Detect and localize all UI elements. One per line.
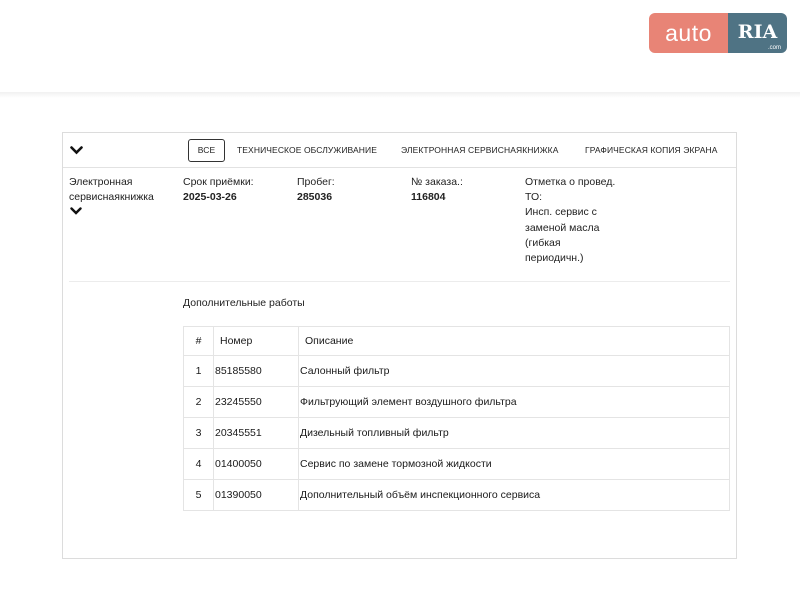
header-divider: [0, 92, 800, 98]
record-type-line2: сервиснаякнижка: [69, 191, 154, 204]
section-divider: [69, 281, 730, 282]
service-note-line: ТО:: [525, 191, 543, 204]
record-type-line1: Электронная: [69, 176, 133, 188]
mileage: Пробег: 285036: [297, 175, 335, 205]
row-part-number: 20345551: [213, 417, 299, 449]
acceptance-date-label: Срок приёмки:: [183, 176, 254, 188]
table-header-row: # Номер Описание: [183, 326, 730, 356]
service-record-card: ВСЕ ТЕХНИЧЕСКОЕ ОБСЛУЖИВАНИЕ ЭЛЕКТРОННАЯ…: [62, 132, 737, 559]
row-part-number: 01390050: [213, 479, 299, 511]
row-index: 3: [183, 417, 214, 449]
mileage-value: 285036: [297, 191, 333, 204]
extra-works-table: # Номер Описание 1 85185580 Салонный фил…: [183, 326, 730, 511]
watermark-ria-text: RIA: [737, 21, 778, 43]
row-description: Фильтрующий элемент воздушного фильтра: [298, 386, 730, 418]
column-header-part-number: Номер: [213, 326, 299, 356]
tab-electronic-service-book[interactable]: ЭЛЕКТРОННАЯ СЕРВИСНАЯКНИЖКА: [401, 133, 558, 168]
row-index: 1: [183, 355, 214, 387]
row-part-number: 01400050: [213, 448, 299, 480]
service-note-line: периодичн.): [525, 252, 584, 265]
table-row: 2 23245550 Фильтрующий элемент воздушног…: [183, 386, 730, 418]
tab-maintenance[interactable]: ТЕХНИЧЕСКОЕ ОБСЛУЖИВАНИЕ: [237, 133, 377, 168]
watermark-ria: RIA .com: [728, 13, 787, 53]
record-expand-chevron-icon[interactable]: [70, 207, 82, 215]
service-note-line: Инсп. сервис с: [525, 206, 597, 219]
row-index: 4: [183, 448, 214, 480]
column-header-description: Описание: [298, 326, 730, 356]
mileage-label: Пробег:: [297, 176, 335, 188]
extra-works-title: Дополнительные работы: [183, 297, 305, 309]
row-description: Дополнительный объём инспекционного серв…: [298, 479, 730, 511]
service-note-line: (гибкая: [525, 236, 561, 249]
order-number: № заказа.: 116804: [411, 175, 463, 205]
service-note: Отметка о провед. ТО: Инсп. сервис с зам…: [525, 175, 615, 266]
filter-tabs: ВСЕ ТЕХНИЧЕСКОЕ ОБСЛУЖИВАНИЕ ЭЛЕКТРОННАЯ…: [63, 133, 736, 168]
autoria-watermark: auto RIA .com: [649, 13, 787, 53]
table-row: 1 85185580 Салонный фильтр: [183, 355, 730, 387]
row-description: Сервис по замене тормозной жидкости: [298, 448, 730, 480]
table-row: 3 20345551 Дизельный топливный фильтр: [183, 417, 730, 449]
record-type: Электронная сервиснаякнижка: [69, 175, 154, 205]
acceptance-date: Срок приёмки: 2025-03-26: [183, 175, 254, 205]
row-part-number: 85185580: [213, 355, 299, 387]
column-header-index: #: [183, 326, 214, 356]
tab-screenshot-copy[interactable]: ГРАФИЧЕСКАЯ КОПИЯ ЭКРАНА: [585, 133, 717, 168]
collapse-chevron-icon[interactable]: [70, 146, 83, 155]
row-part-number: 23245550: [213, 386, 299, 418]
table-row: 4 01400050 Сервис по замене тормозной жи…: [183, 448, 730, 480]
watermark-domain: .com: [767, 45, 781, 51]
order-number-label: № заказа.:: [411, 176, 463, 188]
table-row: 5 01390050 Дополнительный объём инспекци…: [183, 479, 730, 511]
service-note-line: заменой масла: [525, 221, 600, 234]
row-index: 2: [183, 386, 214, 418]
row-description: Дизельный топливный фильтр: [298, 417, 730, 449]
watermark-auto: auto: [649, 13, 728, 53]
service-note-line: Отметка о провед.: [525, 176, 616, 188]
tab-all[interactable]: ВСЕ: [188, 139, 225, 162]
order-number-value: 116804: [411, 191, 446, 204]
row-description: Салонный фильтр: [298, 355, 730, 387]
acceptance-date-value: 2025-03-26: [183, 191, 237, 204]
row-index: 5: [183, 479, 214, 511]
